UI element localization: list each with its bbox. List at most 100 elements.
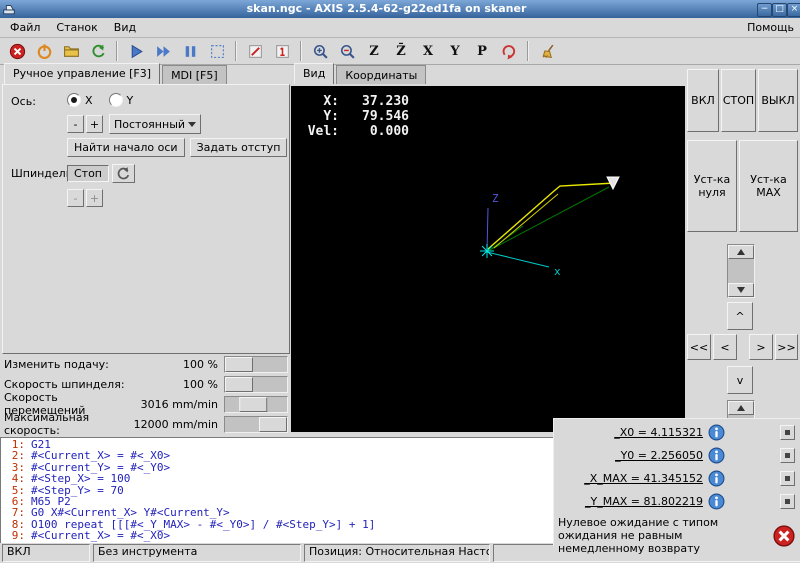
dro-row: Vel: 0.000 (297, 124, 409, 139)
run-icon (128, 43, 145, 60)
info-icon[interactable] (708, 447, 725, 464)
clear-plot-button[interactable] (534, 39, 560, 63)
estop-button[interactable] (4, 39, 30, 63)
parameter-value: _Y_MAX = 81.802219 (585, 495, 703, 508)
spindle-stop-button[interactable]: Стоп (67, 165, 109, 182)
power-button[interactable] (31, 39, 57, 63)
jog-plus-button[interactable]: + (86, 115, 103, 133)
view-z-rot-icon: Z̄ (396, 43, 406, 59)
axis-radio-1[interactable]: Y (108, 93, 133, 107)
jog-right-button[interactable]: > (749, 334, 773, 360)
scroll-up-icon[interactable] (728, 401, 754, 415)
close-button[interactable]: × (787, 2, 800, 17)
machine-on-button[interactable]: ВКЛ (687, 69, 719, 132)
run-button[interactable] (123, 39, 149, 63)
dro-label: X: (323, 94, 339, 109)
scroll-trough[interactable] (728, 259, 754, 283)
menu-item-1[interactable]: Станок (48, 19, 105, 36)
skip-lines-button[interactable] (242, 39, 268, 63)
jog-scrollbar-upper[interactable] (727, 244, 755, 298)
info-icon[interactable] (708, 493, 725, 510)
view-y-button[interactable]: Y (442, 39, 468, 63)
jog-left-button[interactable]: < (713, 334, 737, 360)
close-error-icon[interactable] (773, 524, 795, 547)
info-icon[interactable] (708, 424, 725, 441)
jog-mode-select[interactable]: Постоянный (109, 114, 201, 134)
scroll-down-icon[interactable] (728, 283, 754, 297)
maximize-button[interactable]: □ (772, 2, 787, 17)
axis-radio-0[interactable]: X (67, 93, 93, 107)
override-slider[interactable] (224, 415, 288, 433)
jog-right-fast-button[interactable]: >> (775, 334, 798, 360)
optional-stop-button[interactable] (269, 39, 295, 63)
zoom-out-button[interactable] (334, 39, 360, 63)
parameters-panel: _X0 = 4.115321 _Y0 = 2.256050 _X_MAX = 41.… (553, 418, 800, 555)
titlebar[interactable]: skan.ngc - AXIS 2.5.4-62-g22ed1fa on ska… (0, 0, 800, 18)
set-zero-button[interactable]: Уст-ка нуля (687, 140, 737, 232)
window-controls: − □ × (757, 1, 800, 17)
gcode-line-number: 4: (11, 472, 25, 486)
override-slider[interactable] (224, 395, 288, 413)
open-file-button[interactable] (58, 39, 84, 63)
zoom-in-button[interactable] (307, 39, 333, 63)
run-step-button[interactable] (150, 39, 176, 63)
run-step-icon (155, 43, 172, 60)
jog-left-fast-button[interactable]: << (687, 334, 711, 360)
spindle-slower-button[interactable]: - (67, 189, 84, 207)
override-row: Максимальная скорость: 12000 mm/min (2, 411, 290, 437)
slider-handle[interactable] (259, 416, 287, 432)
tab-mdi[interactable]: MDI [F5] (162, 65, 227, 84)
slider-handle[interactable] (239, 396, 268, 412)
clear-plot-icon (539, 43, 556, 60)
spindle-faster-button[interactable]: + (86, 189, 103, 207)
pause-icon (182, 43, 199, 60)
gcode-listing[interactable]: 1: G21 2: #<Current_X> = #<_X0> 3: #<Current_… (0, 437, 556, 546)
rotate-view-button[interactable] (496, 39, 522, 63)
tab-coords[interactable]: Координаты (336, 65, 427, 84)
home-axis-button[interactable]: Найти начало оси (67, 138, 185, 157)
rotate-view-icon (501, 43, 518, 60)
override-value: 3016 mm/min (140, 397, 218, 411)
parameter-mini-button[interactable] (780, 471, 795, 486)
zoom-in-icon (312, 43, 329, 60)
override-slider[interactable] (224, 355, 288, 373)
tab-manual[interactable]: Ручное управление [F3] (4, 63, 161, 84)
jog-up-button[interactable]: ^ (727, 302, 753, 330)
override-label: Скорость шпинделя: (4, 377, 125, 391)
block-delete-button[interactable] (204, 39, 230, 63)
info-icon[interactable] (708, 470, 725, 487)
override-label: Изменить подачу: (4, 357, 109, 371)
jog-minus-button[interactable]: - (67, 115, 84, 133)
minimize-button[interactable]: − (757, 2, 772, 17)
slider-handle[interactable] (225, 356, 253, 372)
view-x-button[interactable]: X (415, 39, 441, 63)
slider-handle[interactable] (225, 376, 253, 392)
manual-panel: Ось: XY - + Постоянный Найти начало оси … (2, 84, 290, 354)
view-p-button[interactable]: P (469, 39, 495, 63)
override-slider[interactable] (224, 375, 288, 393)
parameter-mini-button[interactable] (780, 494, 795, 509)
radio-icon (108, 93, 123, 107)
z-axis-label: Z (492, 192, 499, 205)
view-z-button[interactable]: Z (361, 39, 387, 63)
menu-item-0[interactable]: Файл (2, 19, 48, 36)
pause-button[interactable] (177, 39, 203, 63)
tab-view[interactable]: Вид (294, 63, 335, 84)
machine-stop-button[interactable]: СТОП (721, 69, 756, 132)
parameter-mini-button[interactable] (780, 448, 795, 463)
set-max-button[interactable]: Уст-ка MAX (739, 140, 798, 232)
jog-down-button[interactable]: v (727, 366, 753, 394)
parameter-mini-button[interactable] (780, 425, 795, 440)
menu-item-2[interactable]: Вид (106, 19, 144, 36)
set-offset-button[interactable]: Задать отступ (189, 138, 288, 157)
menu-help[interactable]: Помощь (739, 19, 800, 36)
machine-off-button[interactable]: ВЫКЛ (758, 69, 798, 132)
view-x-icon: X (422, 43, 434, 59)
reload-button[interactable] (85, 39, 111, 63)
optional-stop-icon (274, 43, 291, 60)
spindle-turn-button[interactable] (112, 164, 135, 183)
view-z-rot-button[interactable]: Z̄ (388, 39, 414, 63)
preview-area[interactable]: X: 37.230 Y: 79.546 Vel: 0.000 Z x (291, 86, 685, 432)
scroll-up-icon[interactable] (728, 245, 754, 259)
toolbar-separator (527, 41, 529, 61)
